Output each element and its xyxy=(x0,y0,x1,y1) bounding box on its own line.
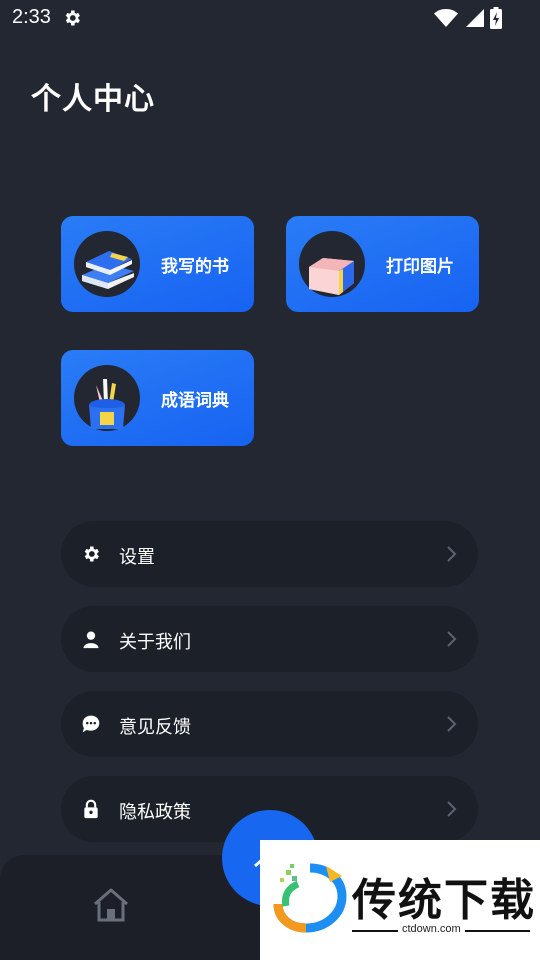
chevron-right-icon xyxy=(447,716,457,732)
my-books-card[interactable]: 我写的书 xyxy=(61,216,254,312)
menu-item-settings[interactable]: 设置 xyxy=(61,521,478,587)
watermark-logo-icon xyxy=(273,863,347,933)
gear-icon xyxy=(84,546,99,562)
menu-item-feedback[interactable]: 意见反馈 xyxy=(61,691,478,757)
chevron-right-icon xyxy=(447,801,457,817)
menu-label-feedback: 意见反馈 xyxy=(119,717,191,738)
watermark-title: 传统下载 xyxy=(352,875,536,926)
person-icon xyxy=(83,631,99,649)
lock-icon xyxy=(84,799,98,819)
watermark-subtitle: ctdown.com xyxy=(398,923,465,935)
pencil-cup-icon xyxy=(74,365,140,431)
menu-label-about-us: 关于我们 xyxy=(119,632,191,653)
chat-bubble-icon xyxy=(82,715,100,733)
print-images-card[interactable]: 打印图片 xyxy=(286,216,479,312)
battery-icon xyxy=(490,7,502,29)
chevron-right-icon xyxy=(447,631,457,647)
menu-label-privacy-policy: 隐私政策 xyxy=(119,802,191,823)
status-bar: 2:33 xyxy=(0,0,540,36)
page-title: 个人中心 xyxy=(31,82,155,117)
print-box-icon xyxy=(299,231,365,297)
menu-label-settings: 设置 xyxy=(119,547,155,568)
books-icon xyxy=(74,231,140,297)
my-books-label: 我写的书 xyxy=(161,257,229,277)
menu-item-about-us[interactable]: 关于我们 xyxy=(61,606,478,672)
chevron-right-icon xyxy=(447,546,457,562)
status-time: 2:33 xyxy=(12,6,51,28)
watermark-overlay: 传统下载 ctdown.com xyxy=(260,840,540,960)
print-images-label: 打印图片 xyxy=(386,257,454,277)
idiom-dictionary-label: 成语词典 xyxy=(161,391,229,411)
settings-gear-icon xyxy=(65,10,80,26)
wifi-icon xyxy=(434,9,458,27)
status-icons xyxy=(434,7,502,29)
signal-icon xyxy=(466,9,484,27)
home-icon[interactable] xyxy=(92,887,130,923)
idiom-dictionary-card[interactable]: 成语词典 xyxy=(61,350,254,446)
